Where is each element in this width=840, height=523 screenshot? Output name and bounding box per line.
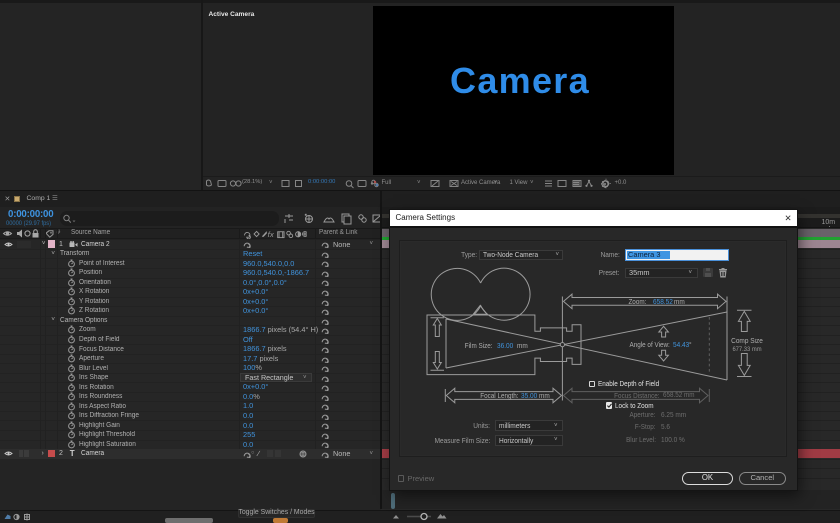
svg-text:fx: fx xyxy=(267,230,274,239)
